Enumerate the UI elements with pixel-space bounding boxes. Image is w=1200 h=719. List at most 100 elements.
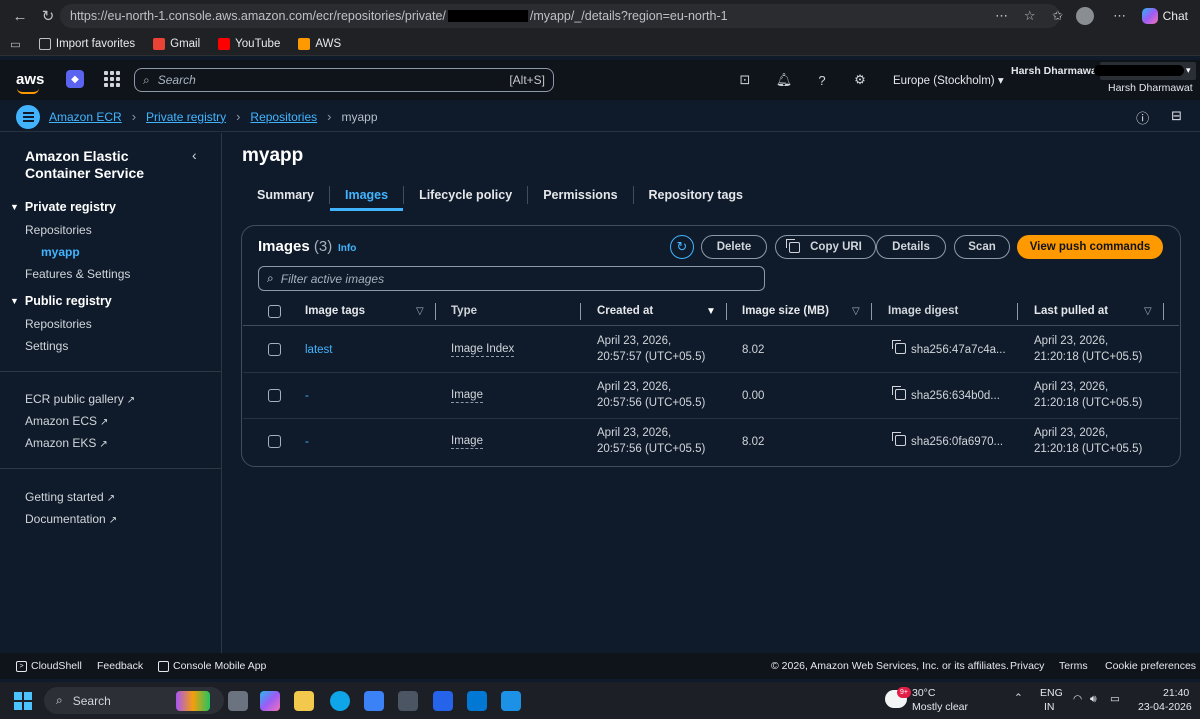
sort-desc-icon[interactable]: ▼ [706, 306, 716, 317]
aws-search-input[interactable]: ⌕ Search [Alt+S] [134, 68, 554, 92]
vscode-icon[interactable] [467, 691, 487, 711]
view-push-commands-button[interactable]: View push commands [1017, 235, 1163, 259]
col-created-at[interactable]: Created at [597, 305, 653, 317]
clock-date[interactable]: 23-04-2026 [1138, 701, 1192, 713]
row-checkbox[interactable] [268, 343, 281, 356]
tab-lifecycle-policy[interactable]: Lifecycle policy [404, 179, 527, 211]
reading-list-icon[interactable]: ▭ [10, 37, 21, 51]
settings-more-icon[interactable]: ⋯ [1110, 6, 1130, 26]
clock-time[interactable]: 21:40 [1163, 687, 1189, 699]
breadcrumb-amazon-ecr[interactable]: Amazon ECR [49, 110, 122, 124]
sort-icon[interactable]: ▽ [852, 306, 860, 317]
account-name[interactable]: Harsh Dharmawat [1011, 65, 1100, 77]
cloudshell-icon[interactable]: ⊡ [736, 71, 754, 89]
app-icon[interactable] [398, 691, 418, 711]
cloudshell-button[interactable]: > CloudShell [16, 660, 82, 672]
chevron-up-icon[interactable]: ⌃ [1014, 692, 1023, 704]
copy-icon[interactable] [892, 432, 906, 446]
image-digest[interactable]: sha256:0fa6970... [892, 432, 1003, 450]
copy-icon[interactable] [892, 386, 906, 400]
delete-button[interactable]: Delete [701, 235, 767, 259]
sidebar-item-public-settings[interactable]: Settings [25, 339, 68, 353]
profile-avatar[interactable] [1075, 7, 1094, 25]
filter-images-input[interactable]: ⌕ Filter active images [258, 266, 765, 291]
tab-summary[interactable]: Summary [242, 179, 329, 211]
scan-button[interactable]: Scan [954, 235, 1010, 259]
bookmark-youtube[interactable]: YouTube [218, 37, 280, 50]
volume-icon[interactable]: 🔊︎ [1090, 693, 1097, 706]
tab-images[interactable]: Images [329, 179, 404, 211]
copy-uri-button[interactable]: Copy URI [775, 235, 876, 259]
aws-logo[interactable]: aws [16, 72, 44, 94]
tab-permissions[interactable]: Permissions [528, 179, 632, 211]
sidebar-item-features-settings[interactable]: Features & Settings [25, 267, 130, 281]
bookmark-import[interactable]: Import favorites [38, 37, 135, 50]
row-checkbox[interactable] [268, 435, 281, 448]
image-digest[interactable]: sha256:47a7c4a... [892, 340, 1006, 358]
column-divider[interactable] [580, 303, 581, 320]
info-icon[interactable]: ⓘ [1136, 108, 1149, 127]
notifications-bell-icon[interactable]: 🔔︎ [775, 71, 793, 89]
sidebar-item-myapp[interactable]: myapp [41, 245, 80, 259]
copilot-chat-button[interactable]: Chat [1138, 8, 1192, 24]
info-link[interactable]: Info [338, 243, 356, 254]
row-checkbox[interactable] [268, 389, 281, 402]
windows-start-icon[interactable] [14, 692, 32, 710]
image-tag[interactable]: latest [305, 342, 333, 358]
bookmark-gmail[interactable]: Gmail [153, 37, 200, 50]
col-last-pulled[interactable]: Last pulled at [1034, 305, 1108, 317]
privacy-link[interactable]: Privacy [1010, 660, 1044, 672]
store-icon[interactable] [364, 691, 384, 711]
column-divider[interactable] [726, 303, 727, 320]
account-caret-icon[interactable]: ▾ [1186, 65, 1191, 76]
column-divider[interactable] [1163, 303, 1164, 320]
details-button[interactable]: Details [876, 235, 946, 259]
bookmark-aws[interactable]: AWS [298, 37, 341, 50]
sidebar-section-public[interactable]: ▼ Public registry [10, 294, 112, 308]
column-divider[interactable] [871, 303, 872, 320]
copy-icon[interactable] [892, 340, 906, 354]
col-image-tags[interactable]: Image tags [305, 305, 365, 317]
sidebar-section-private[interactable]: ▼ Private registry [10, 200, 116, 214]
column-divider[interactable] [1017, 303, 1018, 320]
col-image-size[interactable]: Image size (MB) [742, 305, 829, 317]
breadcrumb-repositories[interactable]: Repositories [250, 110, 317, 124]
sidebar-link-getting-started[interactable]: Getting started ↗ [25, 490, 115, 504]
file-explorer-icon[interactable] [294, 691, 314, 711]
docker-icon[interactable] [501, 691, 521, 711]
feedback-link[interactable]: Feedback [97, 660, 143, 672]
back-icon[interactable]: ← [6, 2, 34, 30]
cookie-preferences-link[interactable]: Cookie preferences [1105, 660, 1196, 672]
editor-icon[interactable] [433, 691, 453, 711]
region-selector[interactable]: Europe (Stockholm) ▾ [893, 73, 1004, 87]
refresh-icon[interactable]: ↻ [670, 235, 694, 259]
favorites-icon[interactable]: ✩ [1048, 6, 1068, 26]
terms-link[interactable]: Terms [1059, 660, 1088, 672]
image-type[interactable]: Image [451, 435, 483, 449]
sidebar-link-eks[interactable]: Amazon EKS ↗ [25, 436, 108, 450]
settings-gear-icon[interactable]: ⚙ [851, 71, 869, 89]
sidebar-item-public-repositories[interactable]: Repositories [25, 317, 92, 331]
service-icon[interactable]: ◆ [66, 70, 84, 88]
table-row[interactable]: - Image April 23, 2026, 20:57:56 (UTC+05.… [243, 419, 1179, 465]
battery-icon[interactable]: ▭ [1110, 693, 1120, 705]
table-row[interactable]: - Image April 23, 2026, 20:57:56 (UTC+05.… [243, 373, 1179, 419]
help-icon[interactable]: ? [813, 71, 831, 89]
table-row[interactable]: latest Image Index April 23, 2026, 20:57:… [243, 327, 1179, 373]
collapse-sidebar-icon[interactable]: ‹ [192, 147, 197, 163]
address-bar[interactable]: https://eu-north-1.console.aws.amazon.co… [60, 4, 1060, 28]
task-view-icon[interactable] [228, 691, 248, 711]
sidebar-link-ecr-gallery[interactable]: ECR public gallery ↗ [25, 392, 135, 406]
copilot-app-icon[interactable] [260, 691, 280, 711]
image-type[interactable]: Image [451, 389, 483, 403]
wifi-icon[interactable]: ◠ [1073, 693, 1082, 705]
mobile-app-link[interactable]: Console Mobile App [158, 660, 266, 672]
sidebar-item-repositories[interactable]: Repositories [25, 223, 92, 237]
language-top[interactable]: ENG [1040, 687, 1063, 699]
sort-icon[interactable]: ▽ [416, 306, 424, 317]
select-all-checkbox[interactable] [268, 305, 281, 318]
sort-icon[interactable]: ▽ [1144, 306, 1152, 317]
widgets-icon[interactable] [176, 691, 210, 711]
tab-repository-tags[interactable]: Repository tags [634, 179, 758, 211]
feedback-icon[interactable]: ⊟ [1171, 108, 1182, 127]
